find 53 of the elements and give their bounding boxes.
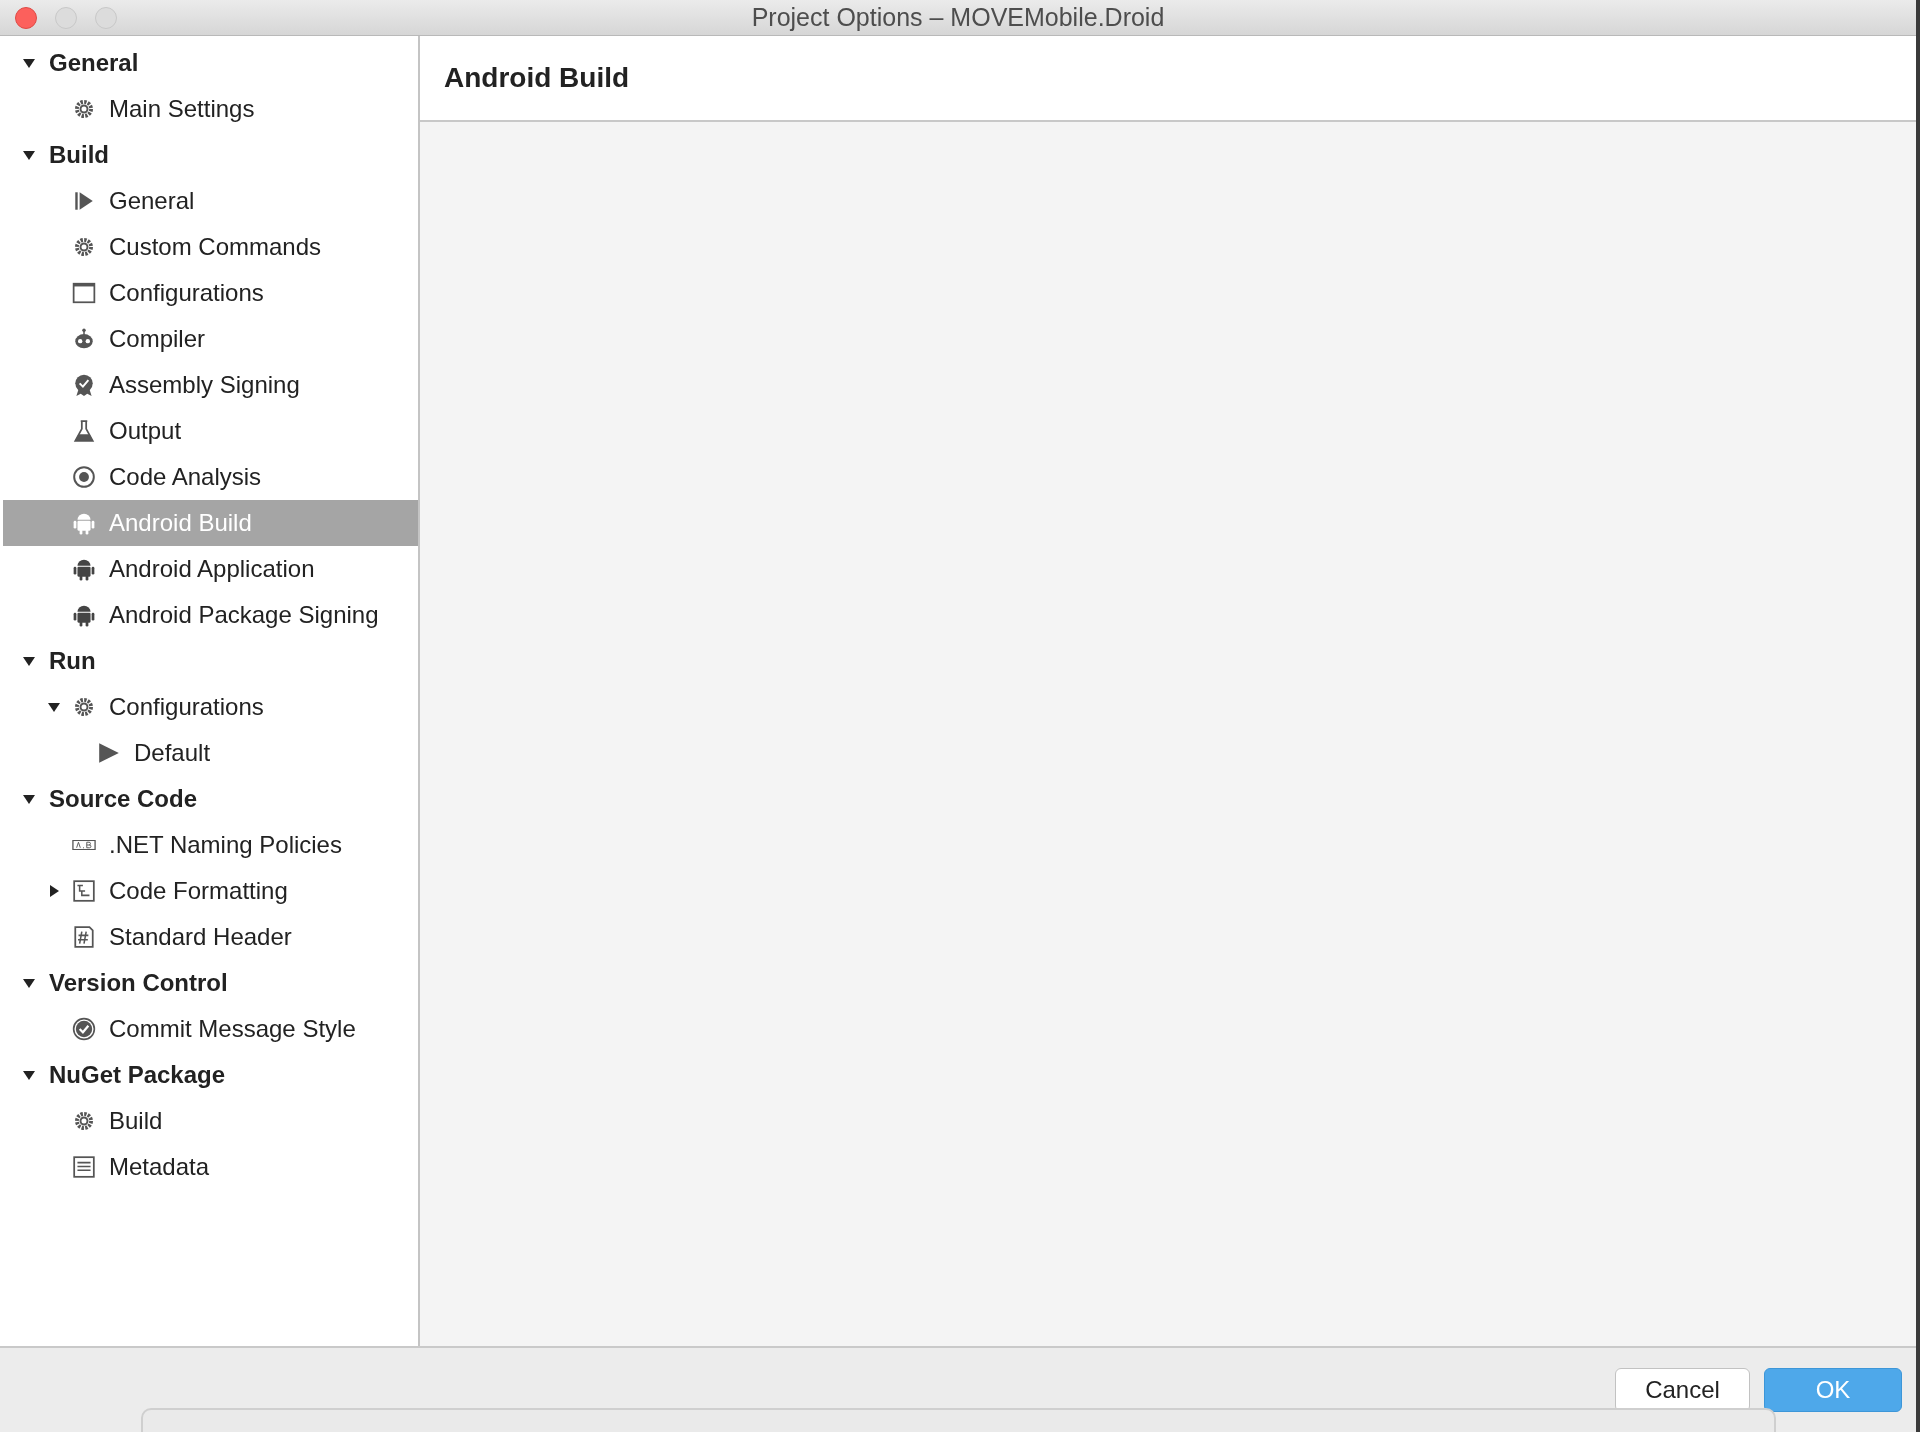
- gear-icon: [72, 235, 96, 259]
- tree-group[interactable]: Version Control: [3, 960, 418, 1006]
- hash-document-icon: [72, 925, 96, 949]
- badge-icon: [72, 373, 96, 397]
- tree-item[interactable]: .NET Naming Policies: [3, 822, 418, 868]
- text-label-icon: [72, 840, 96, 850]
- window-title: Project Options – MOVEMobile.Droid: [751, 3, 1165, 32]
- play-icon: [97, 741, 121, 765]
- android-icon: [72, 603, 96, 627]
- flask-icon: [72, 419, 96, 443]
- tree-item[interactable]: Metadata: [3, 1144, 418, 1190]
- expanded-triangle-icon[interactable]: [22, 56, 36, 70]
- tree-item[interactable]: Custom Commands: [3, 224, 418, 270]
- robot-icon: [72, 327, 96, 351]
- tree-item[interactable]: General: [3, 178, 418, 224]
- tree-item[interactable]: Compiler: [3, 316, 418, 362]
- window-icon: [72, 281, 96, 305]
- radio-icon: [72, 465, 96, 489]
- android-icon: [72, 557, 96, 581]
- tree-item[interactable]: Output: [3, 408, 418, 454]
- tree-group[interactable]: Run: [3, 638, 418, 684]
- collapsed-triangle-icon[interactable]: [47, 884, 61, 898]
- tree-group[interactable]: Build: [3, 132, 418, 178]
- tree-item[interactable]: Android Application: [3, 546, 418, 592]
- tree-item[interactable]: Standard Header: [3, 914, 418, 960]
- expanded-triangle-icon[interactable]: [22, 1068, 36, 1082]
- tree-group[interactable]: Source Code: [3, 776, 418, 822]
- tree-item[interactable]: Code Formatting: [3, 868, 418, 914]
- expanded-triangle-icon[interactable]: [22, 976, 36, 990]
- android-icon: [72, 511, 96, 535]
- tree-group[interactable]: NuGet Package: [3, 1052, 418, 1098]
- tree-item[interactable]: Configurations: [3, 684, 418, 730]
- tree-item[interactable]: Main Settings: [3, 86, 418, 132]
- check-circle-icon: [72, 1017, 96, 1041]
- gear-icon: [72, 97, 96, 121]
- gear-icon: [72, 695, 96, 719]
- tree-item[interactable]: Configurations: [3, 270, 418, 316]
- tree-item[interactable]: Default: [3, 730, 418, 776]
- close-button[interactable]: [15, 6, 37, 29]
- tree-item[interactable]: Commit Message Style: [3, 1006, 418, 1052]
- tree-group[interactable]: General: [3, 40, 418, 86]
- tree-document-icon: [72, 879, 96, 903]
- expanded-triangle-icon[interactable]: [22, 792, 36, 806]
- panel-title: Android Build: [444, 62, 630, 94]
- list-document-icon: [72, 1155, 96, 1179]
- gear-icon: [72, 1109, 96, 1133]
- expanded-triangle-icon[interactable]: [47, 700, 61, 714]
- tree-item[interactable]: Assembly Signing: [3, 362, 418, 408]
- tree-item[interactable]: Build: [3, 1098, 418, 1144]
- expanded-triangle-icon[interactable]: [22, 148, 36, 162]
- tree-item[interactable]: Code Analysis: [3, 454, 418, 500]
- tree-item[interactable]: Android Package Signing: [3, 592, 418, 638]
- expanded-triangle-icon[interactable]: [22, 654, 36, 668]
